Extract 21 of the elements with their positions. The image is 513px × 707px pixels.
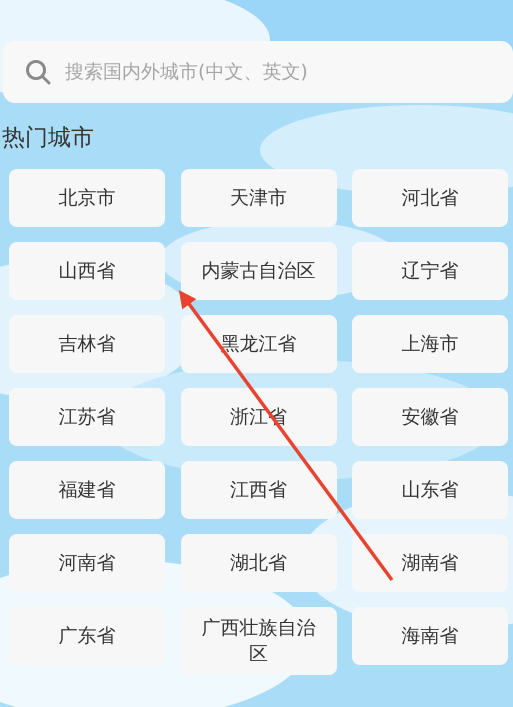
city-button[interactable]: 山东省 [352, 461, 508, 519]
city-button[interactable]: 江苏省 [9, 388, 165, 446]
city-button[interactable]: 河南省 [9, 534, 165, 592]
city-button[interactable]: 天津市 [180, 169, 336, 227]
city-button[interactable]: 福建省 [9, 461, 165, 519]
city-button[interactable]: 内蒙古自治区 [180, 242, 336, 300]
section-title: 热门城市 [2, 124, 95, 153]
city-button[interactable]: 北京市 [9, 169, 165, 227]
city-button[interactable]: 河北省 [352, 169, 508, 227]
city-button[interactable]: 广西壮族自治区 [180, 607, 336, 675]
city-button[interactable]: 辽宁省 [352, 242, 508, 300]
city-button[interactable]: 江西省 [180, 461, 336, 519]
city-button[interactable]: 海南省 [352, 607, 508, 665]
city-button[interactable]: 广东省 [9, 607, 165, 665]
city-button[interactable]: 上海市 [352, 315, 508, 373]
city-button[interactable]: 湖南省 [352, 534, 508, 592]
city-button[interactable]: 湖北省 [180, 534, 336, 592]
search-field[interactable]: 搜索国内外城市(中文、英文) [3, 41, 513, 103]
city-button[interactable]: 山西省 [9, 242, 165, 300]
city-button[interactable]: 吉林省 [9, 315, 165, 373]
city-button[interactable]: 安徽省 [352, 388, 508, 446]
